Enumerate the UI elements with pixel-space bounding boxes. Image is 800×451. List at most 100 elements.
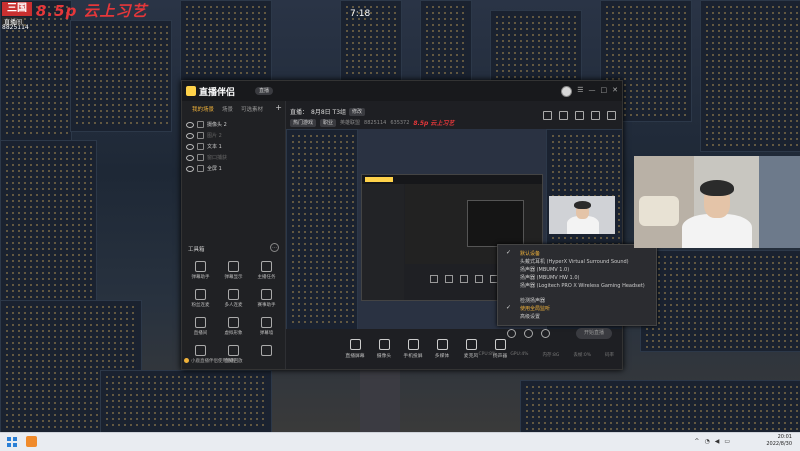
titlebar-controls: ☰ — □ ✕ [561, 86, 618, 97]
lock-icon[interactable] [197, 132, 204, 139]
battery-icon[interactable]: ▭ [724, 438, 730, 445]
source-item[interactable]: 全屏 1 [184, 163, 283, 174]
tool-item[interactable]: 弹幕助手 [184, 261, 217, 280]
tool-icon [261, 289, 272, 300]
monitor-icon [349, 339, 361, 350]
preview-webcam [549, 196, 615, 234]
dropdown-item[interactable]: 扬声器 (MBUMV HW 1.0) [520, 274, 579, 281]
left-panel: 我的场景 场景 可选素材 + 摄像头 2 图片 2 文本 1 窗口捕获 全屏 1… [182, 101, 286, 369]
webcam-chair [639, 196, 679, 226]
tool-item[interactable]: 直播间 [184, 317, 217, 336]
phone-icon [407, 339, 419, 350]
tool-item[interactable]: 赛事助手 [250, 289, 283, 308]
lock-icon[interactable] [197, 121, 204, 128]
game-category: 英雄联盟 [340, 120, 361, 126]
close-icon[interactable]: ✕ [612, 86, 618, 97]
taskbar: ^ ◔ ◀ ▭ 20:01 2022/8/30 [0, 432, 800, 451]
avatar[interactable] [561, 86, 573, 97]
eye-icon[interactable] [186, 132, 194, 139]
building [70, 20, 172, 132]
dropdown-item[interactable]: 检测扬声器 [520, 297, 545, 304]
person-hair [574, 201, 591, 209]
tool-item[interactable]: 虚拟形象 [217, 317, 250, 336]
volume-icon[interactable]: ◀ [715, 438, 720, 445]
source-item[interactable]: 图片 2 [184, 130, 283, 141]
settings-icon[interactable] [541, 328, 550, 338]
stream-title-line: 直播： 8月8日 T3组 修改 [290, 107, 366, 116]
more-icon[interactable]: … [270, 243, 279, 252]
taskbar-clock[interactable]: 20:01 2022/8/30 [766, 434, 792, 448]
room-logo: 三国 [2, 2, 32, 16]
street [360, 360, 400, 432]
nested-icon [445, 275, 453, 283]
preview-building [286, 129, 358, 329]
go-live-button[interactable]: 开始直播 [576, 328, 612, 339]
camera-icon [378, 339, 390, 350]
tool-icon [261, 261, 272, 272]
windows-start-icon[interactable] [7, 437, 17, 447]
tab-my-scene[interactable]: 我的场景 [192, 105, 214, 113]
source-item[interactable]: 文本 1 [184, 141, 283, 152]
stream-meta-line: 热门游戏 职业 英雄联盟 8825114 635372 8.5p 云上习艺 [290, 118, 454, 127]
app-name: 直播伴侣 [199, 88, 236, 98]
bell-icon[interactable] [591, 111, 600, 120]
tab-scene[interactable]: 场景 [222, 105, 233, 113]
header-tools [543, 111, 616, 120]
streaming-app-taskbar-icon[interactable] [26, 436, 37, 447]
source-item[interactable]: 窗口捕获 [184, 152, 283, 163]
gift-icon[interactable] [543, 111, 552, 120]
lock-icon[interactable] [559, 111, 568, 120]
dropdown-item[interactable]: 头戴式耳机 (HyperX Virtual Surround Sound) [520, 258, 629, 265]
building [100, 370, 272, 432]
tab-materials[interactable]: 可选素材 [241, 105, 263, 113]
nested-titlebar [362, 175, 542, 184]
edit-title-button[interactable]: 修改 [349, 107, 366, 116]
tool-item[interactable]: 主播任务 [250, 261, 283, 280]
tool-item[interactable]: 多人连麦 [217, 289, 250, 308]
nested-icon [430, 275, 438, 283]
eye-icon[interactable] [186, 154, 194, 161]
source-list: 摄像头 2 图片 2 文本 1 窗口捕获 全屏 1 [184, 119, 283, 174]
dropdown-item[interactable]: 使用全局监听 [520, 305, 550, 312]
tool-icon [228, 289, 239, 300]
menu-icon[interactable]: ☰ [577, 86, 583, 97]
tool-item[interactable]: 弹幕墙 [250, 317, 283, 336]
lock-icon[interactable] [197, 165, 204, 172]
eye-icon[interactable] [186, 165, 194, 172]
eye-icon[interactable] [186, 143, 194, 150]
share-icon[interactable] [575, 111, 584, 120]
building [490, 10, 582, 82]
chevron-up-icon[interactable]: ^ [694, 438, 699, 445]
minimize-icon[interactable]: — [589, 86, 596, 97]
eye-icon[interactable] [524, 328, 533, 338]
building [640, 250, 800, 352]
eye-icon[interactable] [186, 121, 194, 128]
nested-left-panel [362, 184, 404, 300]
speaker-device-dropdown: ✓ 默认设备 头戴式耳机 (HyperX Virtual Surround So… [497, 244, 657, 326]
webcam-window [759, 156, 800, 248]
tool-icon [228, 317, 239, 328]
check-icon: ✓ [506, 249, 512, 256]
app-logo-icon [186, 86, 196, 96]
building [0, 140, 97, 302]
settings-icon[interactable] [607, 111, 616, 120]
lock-icon[interactable] [197, 143, 204, 150]
add-source-icon[interactable]: + [275, 103, 282, 112]
billboard-clock: 7:18 [350, 9, 371, 19]
dropdown-item[interactable]: 高级设置 [520, 313, 540, 320]
dropdown-item[interactable]: 默认设备 [520, 250, 540, 257]
stream-title: 8月8日 T3组 [311, 109, 347, 116]
room-id: 8825114 [2, 24, 29, 31]
category-tag[interactable]: 热门游戏 [290, 118, 317, 127]
dropdown-item[interactable]: 扬声器 (MBUMV 1.0) [520, 266, 569, 273]
lock-icon[interactable] [197, 154, 204, 161]
source-item[interactable]: 摄像头 2 [184, 119, 283, 130]
version-pill[interactable]: 直播 [255, 87, 274, 95]
tool-item[interactable]: 粉丝连麦 [184, 289, 217, 308]
network-icon[interactable]: ◔ [704, 438, 709, 445]
maximize-icon[interactable]: □ [601, 86, 608, 97]
category-tag[interactable]: 职业 [320, 118, 337, 127]
camera-toggle-icon[interactable] [507, 328, 516, 338]
dropdown-item[interactable]: 扬声器 (Logitech PRO X Wireless Gaming Head… [520, 282, 645, 289]
tool-item[interactable]: 弹幕显示 [217, 261, 250, 280]
